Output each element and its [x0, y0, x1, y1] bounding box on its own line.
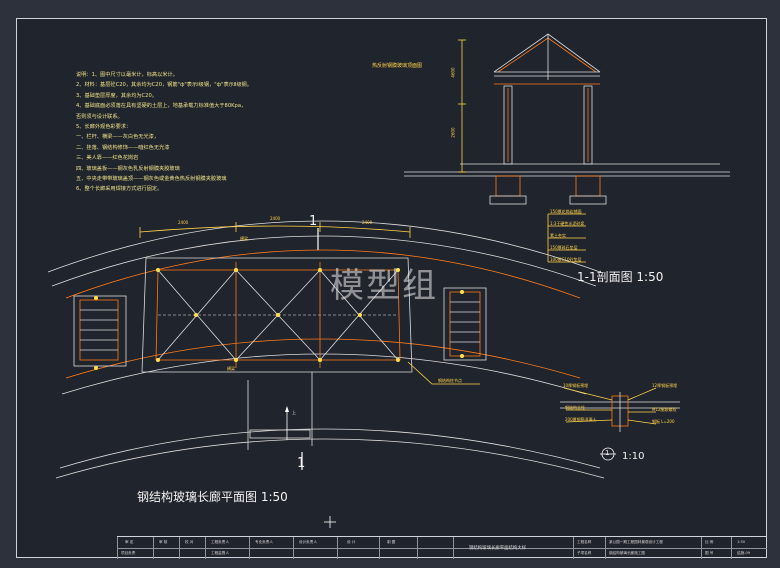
detail-circle-number: 1 — [605, 449, 610, 457]
note-line: 6、整个长廊采用焊接方式进行固定。 — [76, 186, 163, 193]
beam-label-bottom: 横梁 — [227, 366, 235, 371]
section-legend-item: 素土夯实 — [550, 233, 566, 238]
title-block: 审 定 审 核 校 对 工程负责人 专业负责人 设计负责人 设 计 制 图 项目… — [117, 536, 767, 559]
column-node — [156, 268, 160, 272]
column-node — [276, 313, 280, 317]
note-line: 三、美人靠——红色花岗岩 — [76, 155, 139, 162]
tb-sheet-name: 钢结构玻璃长廊施工图 — [609, 551, 645, 555]
tb-project-label: 工程名称 — [577, 540, 592, 544]
tb-no: 结施-09 — [737, 551, 751, 555]
note-line: 一、栏杆、横梁——灰白色无光漆， — [76, 134, 160, 141]
column-node — [234, 268, 238, 272]
note-line: 3、基础垫层厚度，其余均为C20。 — [76, 92, 157, 99]
note-line: 说明：1、图中尺寸以毫米计，标高以米计。 — [76, 72, 178, 78]
section-legend-item: 100厚C10砼垫层 — [550, 257, 582, 262]
detail-label-left: 10厚钢板预埋 — [563, 383, 589, 388]
dim-label-3: 2400 — [362, 220, 373, 225]
column-node — [460, 290, 464, 294]
column-node — [94, 296, 98, 300]
tb-project-name: 某公园一期工程园林景观设计工程 — [609, 540, 663, 544]
column-node — [358, 313, 362, 317]
section-dim-height: 4600 — [450, 67, 456, 78]
watermark: 模型组 — [330, 266, 438, 306]
column-node — [94, 366, 98, 370]
detail-label-left: 200厚钢筋混凝土 — [565, 417, 597, 422]
beam-label-top: 横梁 — [240, 236, 248, 241]
tb-sheet-label: 子项名称 — [577, 551, 592, 555]
tb-cell: 校 对 — [185, 540, 194, 544]
plan-title: 钢结构玻璃长廊平面图 1:50 — [137, 490, 288, 504]
tb-cell: 专业负责人 — [255, 540, 273, 544]
tb-cell: 审 核 — [159, 540, 168, 544]
tb-cell: 工程负责人 — [211, 540, 229, 544]
detail-label-right: M12膨胀螺栓 — [652, 407, 677, 412]
section-title: 1-1剖面图 1:50 — [577, 270, 664, 284]
section-header: 热反射钢膜玻璃顶面图 — [372, 63, 423, 69]
tb-cell: 设计负责人 — [299, 540, 317, 544]
section-mark-bottom: 1 — [297, 456, 306, 471]
tb-drawing-name: 钢结构玻璃长廊平面结构大样 — [469, 546, 527, 551]
detail-label-left: 钢结构立柱 — [565, 405, 585, 410]
dim-label-2: 2400 — [270, 216, 281, 221]
note-line: 否则须与设计联系。 — [76, 113, 123, 120]
tb-scale-label: 比 例 — [705, 540, 714, 544]
column-node — [194, 313, 198, 317]
column-node — [156, 358, 160, 362]
tb-no-label: 图 号 — [705, 551, 714, 555]
note-line: 四、玻璃盖板——钢灰色乳反射钢膜夹胶玻璃 — [76, 165, 180, 172]
section-dim-low: 2600 — [450, 127, 456, 138]
tb-cell: 审 定 — [125, 540, 134, 544]
up-arrow-label: 上 — [292, 410, 296, 415]
section-legend-item: 150厚花岗岩铺面 — [550, 209, 582, 214]
section-legend-item: 1:3干硬性水泥砂浆 — [550, 221, 585, 226]
tb-cell: 工程监督人 — [211, 551, 229, 555]
cad-crosshair — [324, 516, 336, 528]
note-line: 4、基础底面必须落在具有坚硬的土层上，地基承载力标准值大于80Kpa， — [76, 103, 247, 110]
section-legend-item: 150厚碎石垫层 — [550, 245, 578, 250]
section-mark-top: 1 — [309, 214, 318, 229]
tb-cell: 制 图 — [387, 540, 396, 544]
note-line: 5、长廊外观色彩要求： — [76, 124, 132, 131]
note-line: 二、挂落、钢结构修饰——暗红色无光漆 — [76, 144, 170, 151]
detail-label-right: 钢板 L=200 — [652, 419, 675, 424]
column-node — [396, 358, 400, 362]
column-node — [460, 354, 464, 358]
note-line: 五、中央走带带玻璃盖顶——钢灰色或金黄色热反射钢膜夹胶玻璃 — [76, 176, 227, 183]
design-notes: 说明：1、图中尺寸以毫米计，标高以米计。 2、材料：基层砼C20，其余均为C20… — [76, 70, 336, 195]
tb-cell: 项目负责 — [121, 551, 136, 555]
column-node — [318, 358, 322, 362]
note-line: 2、材料：基层砼C20，其余均为C20，钢筋"ф"表示Ⅰ级钢，"ф"表示Ⅱ级钢。 — [76, 82, 252, 89]
plan-view — [47, 220, 605, 479]
column-node — [234, 358, 238, 362]
detail-title: 1:10 — [622, 451, 645, 462]
node-label-right: 钢结构柱节点 — [438, 378, 462, 383]
tb-scale: 1:50 — [737, 540, 746, 544]
detail-label-right: 12厚钢板预埋 — [652, 383, 678, 388]
dim-label-1: 2400 — [178, 220, 189, 225]
tb-cell: 设 计 — [347, 540, 356, 544]
column-node — [318, 268, 322, 272]
